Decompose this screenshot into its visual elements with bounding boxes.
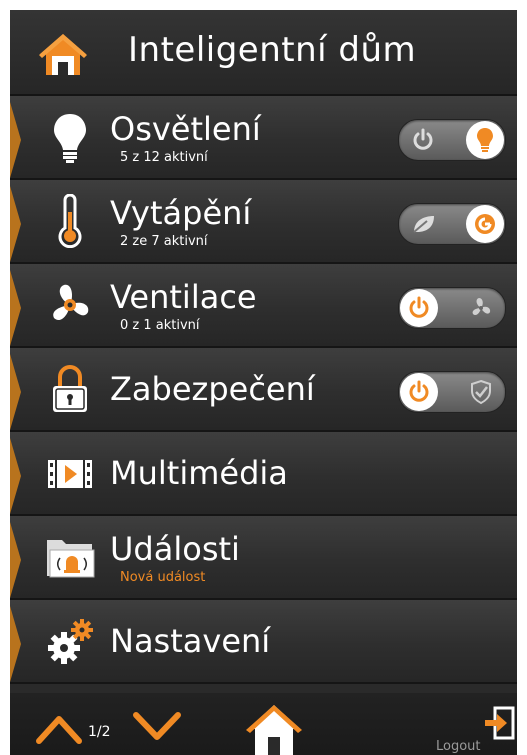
new-event-notice: Nová událost xyxy=(120,570,206,585)
menu-item-settings[interactable]: Nastavení xyxy=(10,600,517,684)
menu-item-lighting[interactable]: Osvětlení 5 z 12 aktivní xyxy=(10,96,517,180)
toggle-knob[interactable] xyxy=(400,373,438,411)
page-title: Inteligentní dům xyxy=(128,30,417,70)
ventilation-toggle[interactable] xyxy=(398,287,506,329)
menu-item-status: 0 z 1 aktivní xyxy=(120,318,200,333)
power-icon xyxy=(409,380,429,402)
app-screen: Inteligentní dům Osvětlení 5 z 12 aktivn… xyxy=(10,10,517,755)
film-icon xyxy=(48,460,92,488)
menu-item-label: Události xyxy=(110,530,240,568)
menu-item-status: 5 z 12 aktivní xyxy=(120,150,208,165)
page-indicator: 1/2 xyxy=(88,724,111,740)
menu-item-label: Zabezpečení xyxy=(110,370,315,408)
header-bar: Inteligentní dům xyxy=(10,10,517,96)
row-tab-marker xyxy=(10,606,21,682)
logout-button[interactable] xyxy=(483,705,515,741)
lighting-toggle[interactable] xyxy=(398,119,506,161)
menu-item-label: Multimédia xyxy=(110,454,288,492)
thermometer-icon xyxy=(58,194,82,248)
padlock-icon xyxy=(53,365,87,412)
menu-item-ventilation[interactable]: Ventilace 0 z 1 aktivní xyxy=(10,264,517,348)
page-down-button[interactable] xyxy=(130,707,184,747)
light-bulb-icon xyxy=(54,114,86,163)
page-up-button[interactable] xyxy=(34,707,84,747)
gears-icon xyxy=(48,619,93,664)
leaf-icon xyxy=(413,216,434,233)
comfort-mode-icon xyxy=(475,214,495,234)
footer-bar: 1/2 Logout xyxy=(10,693,517,755)
light-bulb-icon xyxy=(477,128,493,152)
menu-item-status: 2 ze 7 aktivní xyxy=(120,234,208,249)
menu-item-events[interactable]: Události Nová událost xyxy=(10,516,517,600)
row-tab-marker xyxy=(10,522,21,598)
row-tab-marker xyxy=(10,186,21,262)
row-tab-marker xyxy=(10,270,21,346)
power-icon xyxy=(409,296,429,318)
fan-icon xyxy=(53,284,89,321)
home-icon[interactable] xyxy=(36,30,90,78)
fan-icon xyxy=(472,298,491,316)
menu-item-multimedia[interactable]: Multimédia xyxy=(10,432,517,516)
menu-item-label: Vytápění xyxy=(110,194,252,232)
menu-item-label: Nastavení xyxy=(110,622,271,660)
menu-item-security[interactable]: Zabezpečení xyxy=(10,348,517,432)
security-toggle[interactable] xyxy=(398,371,506,413)
shield-check-icon xyxy=(471,379,491,405)
logout-label[interactable]: Logout xyxy=(436,739,481,754)
row-tab-marker xyxy=(10,354,21,430)
alarm-folder-icon xyxy=(47,540,95,578)
power-icon xyxy=(413,128,433,150)
menu-item-heating[interactable]: Vytápění 2 ze 7 aktivní xyxy=(10,180,517,264)
row-tab-marker xyxy=(10,102,21,178)
home-button[interactable] xyxy=(242,701,306,755)
row-tab-marker xyxy=(10,438,21,514)
heating-toggle[interactable] xyxy=(398,203,506,245)
toggle-knob[interactable] xyxy=(466,205,504,243)
toggle-knob[interactable] xyxy=(400,289,438,327)
menu-item-label: Osvětlení xyxy=(110,110,261,148)
toggle-knob[interactable] xyxy=(466,121,504,159)
menu-item-label: Ventilace xyxy=(110,278,257,316)
